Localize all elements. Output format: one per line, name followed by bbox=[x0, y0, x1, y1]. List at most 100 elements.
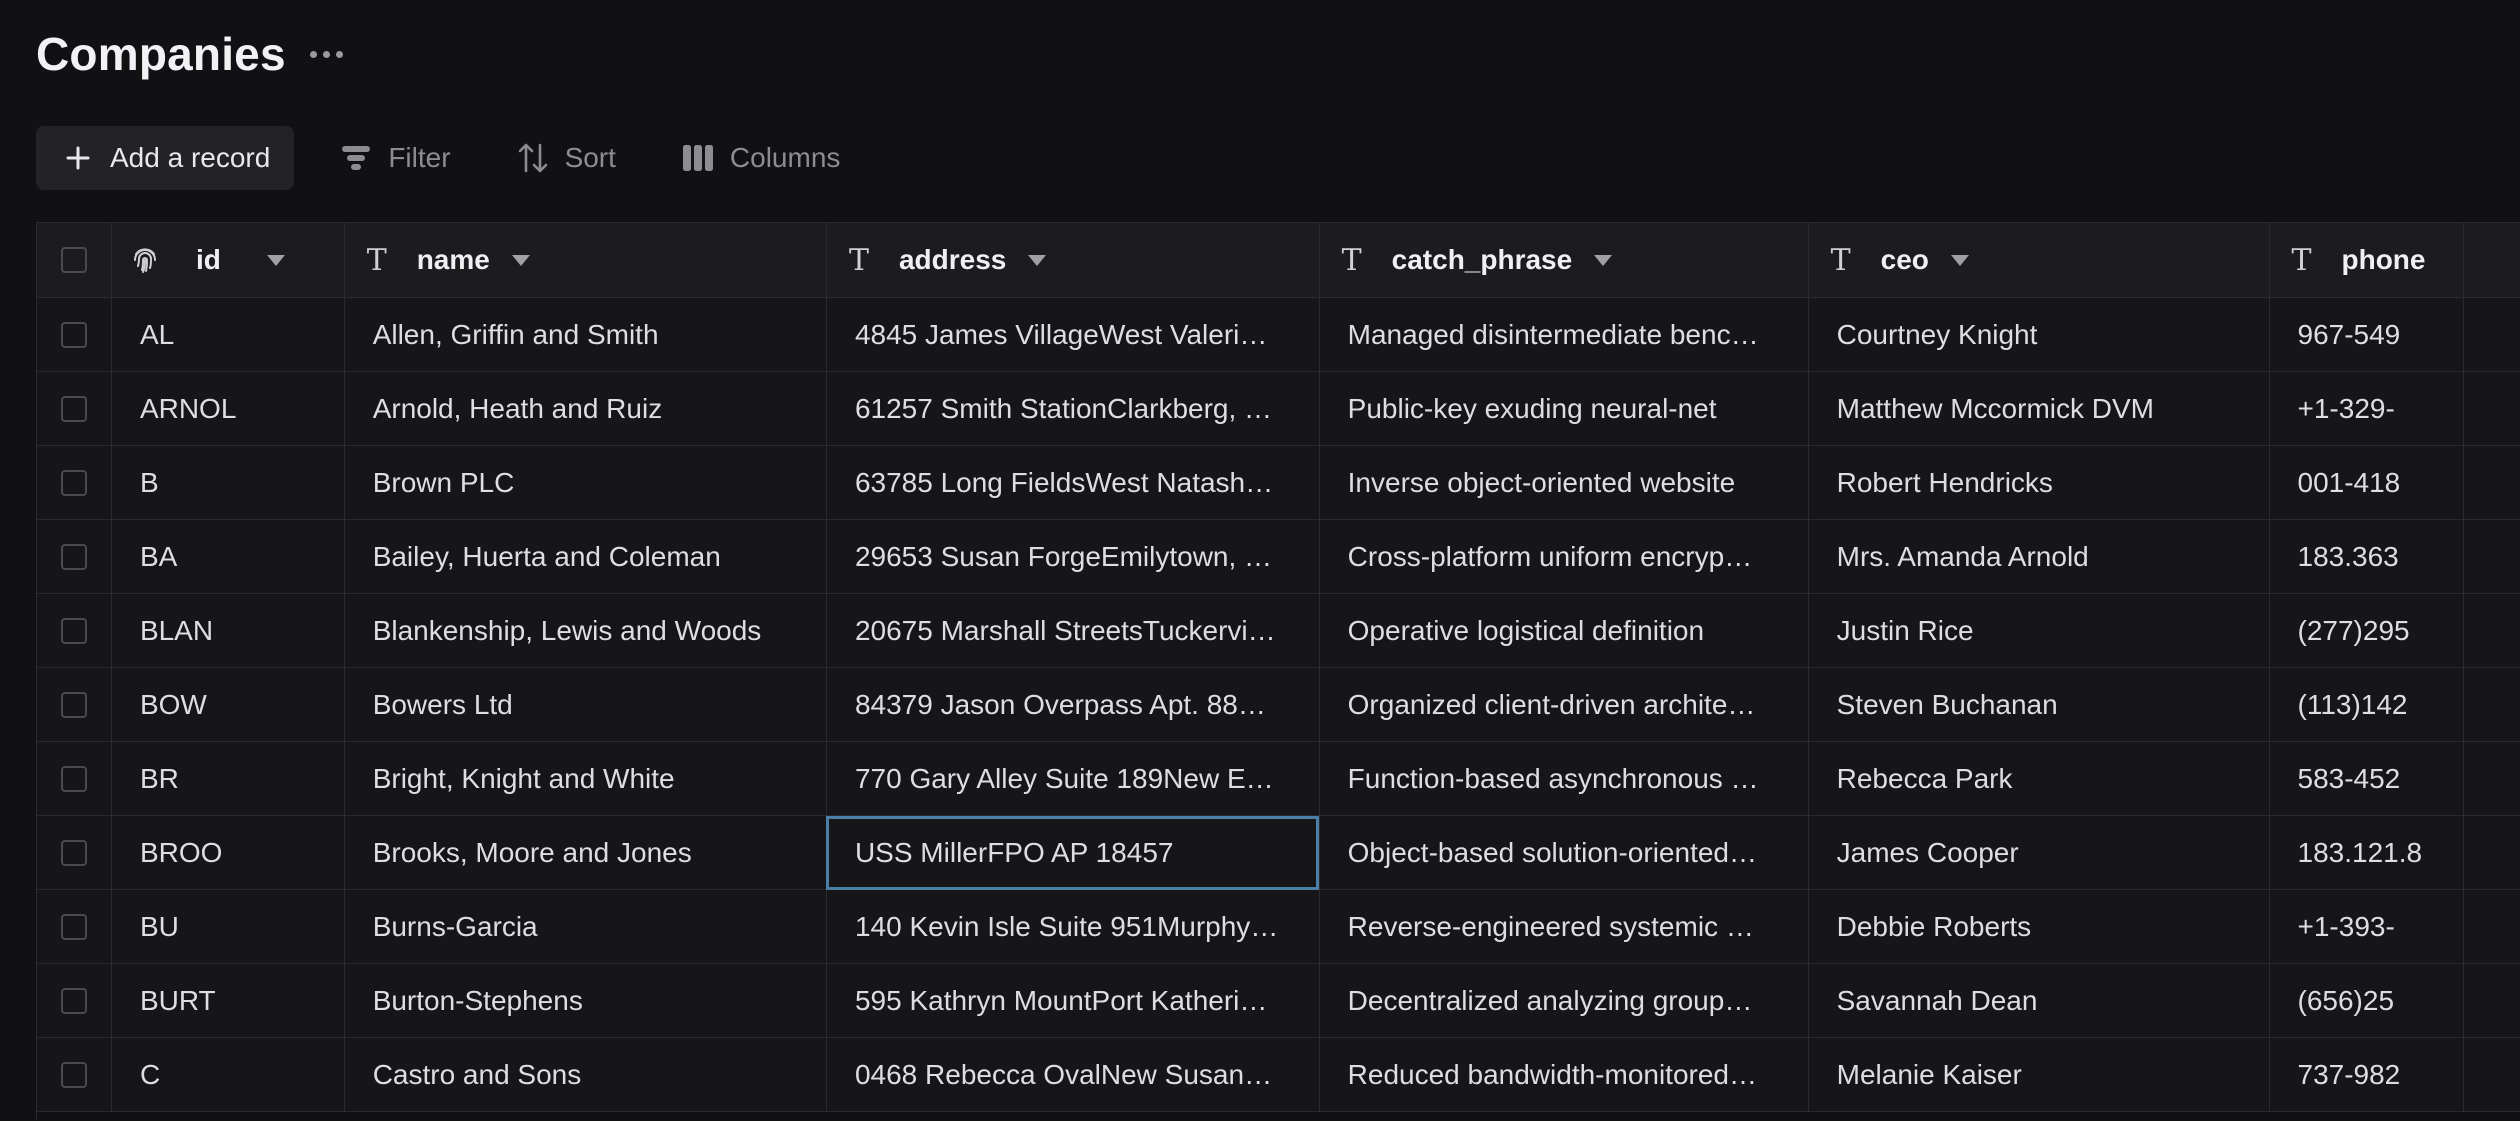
cell-catch-phrase[interactable]: Decentralized analyzing group… bbox=[1319, 964, 1808, 1038]
sort-caret-icon[interactable] bbox=[1594, 255, 1612, 266]
cell-catch-phrase[interactable]: Managed disintermediate benc… bbox=[1319, 298, 1808, 372]
cell-name[interactable]: Brown PLC bbox=[344, 446, 826, 520]
cell-phone[interactable]: 583-452 bbox=[2269, 742, 2464, 816]
table-row[interactable]: BLANBlankenship, Lewis and Woods20675 Ma… bbox=[37, 594, 2520, 668]
cell-address[interactable]: 84379 Jason Overpass Apt. 88… bbox=[826, 668, 1319, 742]
sort-button[interactable]: Sort bbox=[515, 126, 616, 190]
cell-phone[interactable]: 001-418 bbox=[2269, 446, 2464, 520]
cell-catch-phrase[interactable]: Reduced bandwidth-monitored… bbox=[1319, 1038, 1808, 1112]
cell-address[interactable]: 4845 James VillageWest Valeri… bbox=[826, 298, 1319, 372]
row-checkbox[interactable] bbox=[61, 1062, 87, 1088]
select-all-checkbox[interactable] bbox=[61, 247, 87, 273]
column-header-id[interactable]: id bbox=[111, 223, 344, 298]
columns-button[interactable]: Columns bbox=[680, 126, 840, 190]
cell-id[interactable]: BOW bbox=[111, 668, 344, 742]
filter-button[interactable]: Filter bbox=[338, 126, 450, 190]
cell-catch-phrase[interactable]: Object-based solution-oriented… bbox=[1319, 816, 1808, 890]
add-record-button[interactable]: Add a record bbox=[36, 126, 294, 190]
column-header-phone[interactable]: Tphone bbox=[2269, 223, 2464, 298]
cell-catch-phrase[interactable]: Cross-platform uniform encryp… bbox=[1319, 520, 1808, 594]
cell-phone[interactable]: 967-549 bbox=[2269, 298, 2464, 372]
table-row[interactable]: ARNOLArnold, Heath and Ruiz61257 Smith S… bbox=[37, 372, 2520, 446]
cell-name[interactable]: Castro and Sons bbox=[344, 1038, 826, 1112]
table-row[interactable]: BABailey, Huerta and Coleman29653 Susan … bbox=[37, 520, 2520, 594]
table-row[interactable]: BROOBrooks, Moore and JonesUSS MillerFPO… bbox=[37, 816, 2520, 890]
cell-catch-phrase[interactable]: Operative logistical definition bbox=[1319, 594, 1808, 668]
table-row[interactable]: BUBurns-Garcia140 Kevin Isle Suite 951Mu… bbox=[37, 890, 2520, 964]
cell-catch-phrase[interactable]: Public-key exuding neural-net bbox=[1319, 372, 1808, 446]
row-checkbox[interactable] bbox=[61, 544, 87, 570]
row-checkbox[interactable] bbox=[61, 840, 87, 866]
cell-ceo[interactable]: Rebecca Park bbox=[1808, 742, 2269, 816]
cell-catch-phrase[interactable]: Organized client-driven archite… bbox=[1319, 668, 1808, 742]
more-options-icon[interactable] bbox=[310, 44, 343, 64]
row-checkbox[interactable] bbox=[61, 470, 87, 496]
cell-id[interactable]: C bbox=[111, 1038, 344, 1112]
cell-name[interactable]: Bright, Knight and White bbox=[344, 742, 826, 816]
cell-id[interactable]: AL bbox=[111, 298, 344, 372]
cell-address[interactable]: 595 Kathryn MountPort Katheri… bbox=[826, 964, 1319, 1038]
cell-id[interactable]: BURT bbox=[111, 964, 344, 1038]
row-checkbox[interactable] bbox=[61, 396, 87, 422]
cell-address[interactable]: 770 Gary Alley Suite 189New E… bbox=[826, 742, 1319, 816]
cell-ceo[interactable]: Justin Rice bbox=[1808, 594, 2269, 668]
cell-phone[interactable]: (113)142 bbox=[2269, 668, 2464, 742]
cell-name[interactable]: Blankenship, Lewis and Woods bbox=[344, 594, 826, 668]
row-checkbox[interactable] bbox=[61, 322, 87, 348]
row-checkbox[interactable] bbox=[61, 914, 87, 940]
cell-ceo[interactable]: Melanie Kaiser bbox=[1808, 1038, 2269, 1112]
cell-ceo[interactable]: Savannah Dean bbox=[1808, 964, 2269, 1038]
row-checkbox[interactable] bbox=[61, 988, 87, 1014]
cell-ceo[interactable]: Steven Buchanan bbox=[1808, 668, 2269, 742]
row-checkbox[interactable] bbox=[61, 692, 87, 718]
cell-name[interactable]: Burton-Stephens bbox=[344, 964, 826, 1038]
cell-name[interactable]: Arnold, Heath and Ruiz bbox=[344, 372, 826, 446]
cell-ceo[interactable]: Robert Hendricks bbox=[1808, 446, 2269, 520]
sort-caret-icon[interactable] bbox=[1951, 255, 1969, 266]
cell-ceo[interactable]: Matthew Mccormick DVM bbox=[1808, 372, 2269, 446]
cell-ceo[interactable]: James Cooper bbox=[1808, 816, 2269, 890]
cell-id[interactable]: BA bbox=[111, 520, 344, 594]
column-header-ceo[interactable]: Tceo bbox=[1808, 223, 2269, 298]
cell-ceo[interactable]: Courtney Knight bbox=[1808, 298, 2269, 372]
table-row[interactable]: BBrown PLC63785 Long FieldsWest Natash…I… bbox=[37, 446, 2520, 520]
table-row[interactable]: BOWBowers Ltd84379 Jason Overpass Apt. 8… bbox=[37, 668, 2520, 742]
cell-address[interactable]: 61257 Smith StationClarkberg, … bbox=[826, 372, 1319, 446]
cell-id[interactable]: BU bbox=[111, 890, 344, 964]
cell-phone[interactable]: (277)295 bbox=[2269, 594, 2464, 668]
row-checkbox[interactable] bbox=[61, 766, 87, 792]
table-row[interactable]: BURTBurton-Stephens595 Kathryn MountPort… bbox=[37, 964, 2520, 1038]
cell-catch-phrase[interactable]: Function-based asynchronous … bbox=[1319, 742, 1808, 816]
cell-address[interactable]: 29653 Susan ForgeEmilytown, … bbox=[826, 520, 1319, 594]
cell-id[interactable]: BR bbox=[111, 742, 344, 816]
cell-phone[interactable]: (656)25 bbox=[2269, 964, 2464, 1038]
row-checkbox[interactable] bbox=[61, 618, 87, 644]
cell-name[interactable]: Allen, Griffin and Smith bbox=[344, 298, 826, 372]
sort-caret-icon[interactable] bbox=[267, 255, 285, 266]
table-row[interactable]: CCastro and Sons0468 Rebecca OvalNew Sus… bbox=[37, 1038, 2520, 1112]
cell-phone[interactable]: 183.363 bbox=[2269, 520, 2464, 594]
cell-id[interactable]: ARNOL bbox=[111, 372, 344, 446]
cell-phone[interactable]: +1-393- bbox=[2269, 890, 2464, 964]
cell-name[interactable]: Brooks, Moore and Jones bbox=[344, 816, 826, 890]
column-header-catch-phrase[interactable]: Tcatch_phrase bbox=[1319, 223, 1808, 298]
cell-id[interactable]: BLAN bbox=[111, 594, 344, 668]
cell-address[interactable]: USS MillerFPO AP 18457 bbox=[826, 816, 1319, 890]
cell-name[interactable]: Bailey, Huerta and Coleman bbox=[344, 520, 826, 594]
column-header-name[interactable]: Tname bbox=[344, 223, 826, 298]
cell-phone[interactable]: 737-982 bbox=[2269, 1038, 2464, 1112]
cell-catch-phrase[interactable]: Inverse object-oriented website bbox=[1319, 446, 1808, 520]
cell-phone[interactable]: 183.121.8 bbox=[2269, 816, 2464, 890]
cell-address[interactable]: 140 Kevin Isle Suite 951Murphy… bbox=[826, 890, 1319, 964]
cell-address[interactable]: 63785 Long FieldsWest Natash… bbox=[826, 446, 1319, 520]
cell-address[interactable]: 0468 Rebecca OvalNew Susan… bbox=[826, 1038, 1319, 1112]
cell-name[interactable]: Burns-Garcia bbox=[344, 890, 826, 964]
sort-caret-icon[interactable] bbox=[1028, 255, 1046, 266]
cell-address[interactable]: 20675 Marshall StreetsTuckervi… bbox=[826, 594, 1319, 668]
cell-phone[interactable]: +1-329- bbox=[2269, 372, 2464, 446]
cell-id[interactable]: BROO bbox=[111, 816, 344, 890]
cell-id[interactable]: B bbox=[111, 446, 344, 520]
cell-name[interactable]: Bowers Ltd bbox=[344, 668, 826, 742]
cell-ceo[interactable]: Mrs. Amanda Arnold bbox=[1808, 520, 2269, 594]
table-row[interactable]: BRBright, Knight and White770 Gary Alley… bbox=[37, 742, 2520, 816]
